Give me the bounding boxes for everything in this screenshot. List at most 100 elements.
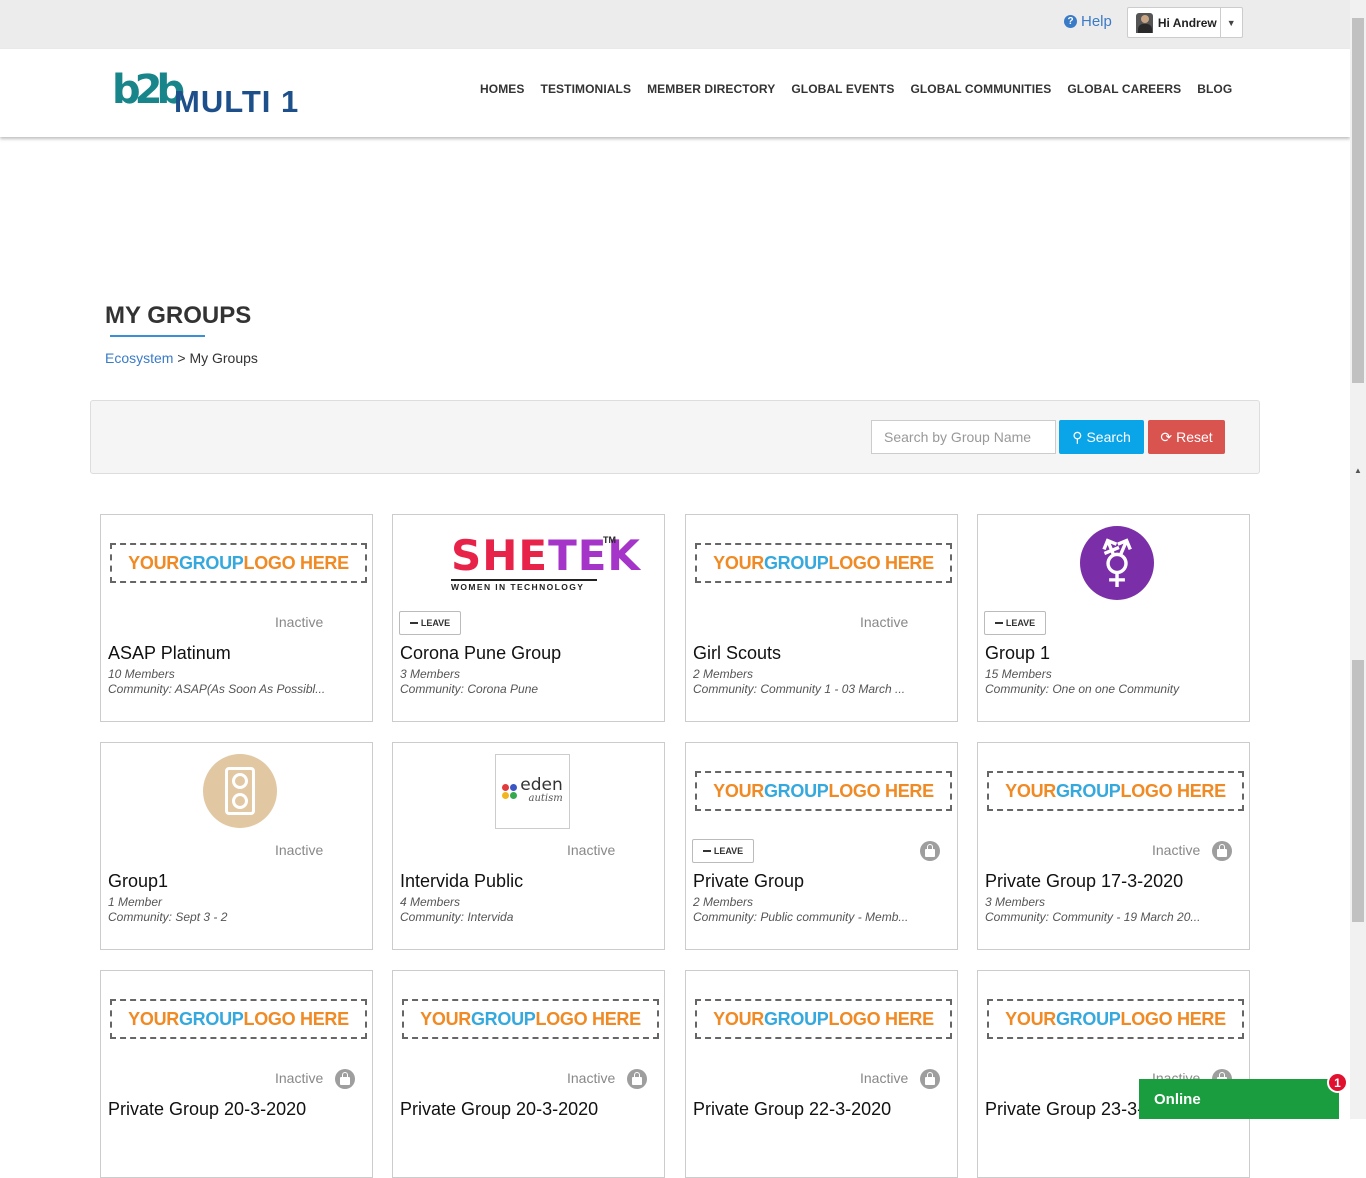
group-name[interactable]: Girl Scouts (693, 643, 781, 664)
logo-placeholder: YOUR GROUP LOGO HERE (695, 999, 952, 1039)
community-name: Community: Intervida (400, 910, 514, 924)
help-link[interactable]: ? Help (1064, 13, 1112, 30)
site-logo[interactable]: b2b MULTI 1 (112, 64, 312, 124)
logo-placeholder: YOUR GROUP LOGO HERE (695, 543, 952, 583)
speaker-icon (203, 754, 277, 828)
lock-icon (627, 1069, 647, 1089)
logo-placeholder: YOUR GROUP LOGO HERE (987, 999, 1244, 1039)
group-logo: YOUR GROUP LOGO HERE (686, 743, 957, 839)
group-name[interactable]: Group1 (108, 871, 168, 892)
group-name[interactable]: Private Group (693, 871, 804, 892)
member-count: 4 Members (400, 895, 461, 909)
member-count: 1 Member (108, 895, 163, 909)
minus-icon (409, 622, 418, 624)
nav-testimonials[interactable]: TESTIMONIALS (541, 82, 632, 96)
top-utility-bar: ? Help Hi Andrew ▼ (0, 0, 1350, 49)
group-search-input[interactable] (871, 420, 1056, 454)
breadcrumb-current: My Groups (189, 350, 258, 366)
status-badge: Inactive (860, 614, 909, 630)
group-logo: YOUR GROUP LOGO HERE (978, 743, 1249, 839)
group-card[interactable]: YOUR GROUP LOGO HERE Inactive Private Gr… (977, 970, 1250, 1178)
group-card[interactable]: YOUR GROUP LOGO HERE Inactive Private Gr… (100, 970, 373, 1178)
leave-button[interactable]: LEAVE (399, 611, 461, 635)
group-name[interactable]: Intervida Public (400, 871, 523, 892)
leave-button[interactable]: LEAVE (692, 839, 754, 863)
status-badge: Inactive (275, 614, 324, 630)
avatar (1136, 12, 1153, 33)
reset-button[interactable]: ⟳ Reset (1148, 420, 1225, 454)
group-logo: SHETEK TM WOMEN IN TECHNOLOGY (393, 515, 664, 611)
title-underline (110, 335, 205, 337)
search-panel: ⚲ Search ⟳ Reset (90, 400, 1260, 474)
search-icon: ⚲ (1072, 428, 1083, 445)
community-name: Community: One on one Community (985, 682, 1180, 696)
shetek-logo: SHETEK TM WOMEN IN TECHNOLOGY (451, 531, 641, 592)
scroll-up-arrow-icon[interactable]: ▲ (1354, 466, 1362, 475)
main-navbar: b2b MULTI 1 HOMES TESTIMONIALS MEMBER DI… (0, 49, 1350, 137)
group-name[interactable]: Corona Pune Group (400, 643, 561, 664)
group-card[interactable]: YOUR GROUP LOGO HERE Inactive Private Gr… (685, 970, 958, 1178)
nav-blog[interactable]: BLOG (1197, 82, 1232, 96)
nav-global-events[interactable]: GLOBAL EVENTS (791, 82, 894, 96)
group-logo: YOUR GROUP LOGO HERE (686, 515, 957, 611)
breadcrumb-ecosystem-link[interactable]: Ecosystem (105, 350, 173, 366)
logo-mark: b2b (112, 67, 185, 113)
reset-button-label: Reset (1176, 429, 1213, 445)
logo-placeholder: YOUR GROUP LOGO HERE (110, 543, 367, 583)
nav-homes[interactable]: HOMES (480, 82, 525, 96)
scrollbar-thumb[interactable] (1352, 18, 1364, 383)
group-card[interactable]: YOUR GROUP LOGO HERE Inactive Private Gr… (392, 970, 665, 1178)
group-card[interactable]: YOUR GROUP LOGO HERE Inactive ASAP Plati… (100, 514, 373, 722)
minus-icon (702, 850, 711, 852)
search-button[interactable]: ⚲ Search (1059, 420, 1144, 454)
member-count: 15 Members (985, 667, 1052, 681)
leave-button[interactable]: LEAVE (984, 611, 1046, 635)
group-name[interactable]: Private Group 17-3-2020 (985, 871, 1183, 892)
group-card[interactable]: ⚧ LEAVE Group 1 15 Members Community: On… (977, 514, 1250, 722)
group-logo: YOUR GROUP LOGO HERE (978, 971, 1249, 1067)
nav-global-communities[interactable]: GLOBAL COMMUNITIES (910, 82, 1051, 96)
community-name: Community: Community - 19 March 20... (985, 910, 1201, 924)
group-name[interactable]: Private Group 23-3- (985, 1099, 1143, 1120)
community-name: Community: Corona Pune (400, 682, 539, 696)
group-card[interactable]: YOUR GROUP LOGO HERE LEAVE Private Group… (685, 742, 958, 950)
status-badge: Inactive (275, 842, 324, 858)
status-badge: Inactive (567, 842, 616, 858)
online-chat-widget[interactable]: Online (1139, 1079, 1339, 1119)
question-circle-icon: ? (1064, 15, 1077, 28)
community-name: Community: ASAP(As Soon As Possibl... (108, 682, 326, 696)
user-greeting: Hi Andrew (1157, 15, 1217, 30)
main-nav: HOMES TESTIMONIALS MEMBER DIRECTORY GLOB… (472, 82, 1240, 96)
page-title: MY GROUPS (105, 302, 252, 329)
group-name[interactable]: Private Group 20-3-2020 (108, 1099, 306, 1120)
member-count: 3 Members (400, 667, 461, 681)
lock-icon (335, 1069, 355, 1089)
scrollbar-thumb-secondary[interactable] (1352, 660, 1364, 922)
group-logo: YOUR GROUP LOGO HERE (101, 971, 372, 1067)
group-card[interactable]: eden autism Inactive Intervida Public 4 M… (392, 742, 665, 950)
logo-placeholder: YOUR GROUP LOGO HERE (987, 771, 1244, 811)
transgender-icon: ⚧ (1080, 526, 1154, 600)
group-logo: YOUR GROUP LOGO HERE (393, 971, 664, 1067)
caret-down-icon[interactable]: ▼ (1219, 8, 1243, 37)
group-card[interactable]: Inactive Group1 1 Member Community: Sept… (100, 742, 373, 950)
nav-member-directory[interactable]: MEMBER DIRECTORY (647, 82, 775, 96)
member-count: 3 Members (985, 895, 1046, 909)
group-card[interactable]: SHETEK TM WOMEN IN TECHNOLOGY LEAVE Coro… (392, 514, 665, 722)
breadcrumb-separator: > (177, 350, 186, 366)
group-logo: YOUR GROUP LOGO HERE (101, 515, 372, 611)
group-card[interactable]: YOUR GROUP LOGO HERE Inactive Girl Scout… (685, 514, 958, 722)
group-name[interactable]: Private Group 20-3-2020 (400, 1099, 598, 1120)
group-name[interactable]: Group 1 (985, 643, 1050, 664)
notification-badge: 1 (1327, 1072, 1348, 1093)
page-scrollbar[interactable]: ▲ (1350, 0, 1366, 1119)
nav-global-careers[interactable]: GLOBAL CAREERS (1067, 82, 1181, 96)
group-name[interactable]: Private Group 22-3-2020 (693, 1099, 891, 1120)
group-card[interactable]: YOUR GROUP LOGO HERE Inactive Private Gr… (977, 742, 1250, 950)
member-count: 2 Members (693, 895, 754, 909)
member-count: 10 Members (108, 667, 175, 681)
community-name: Community: Community 1 - 03 March ... (693, 682, 906, 696)
logo-placeholder: YOUR GROUP LOGO HERE (110, 999, 367, 1039)
group-name[interactable]: ASAP Platinum (108, 643, 231, 664)
user-menu[interactable]: Hi Andrew ▼ (1127, 7, 1243, 38)
